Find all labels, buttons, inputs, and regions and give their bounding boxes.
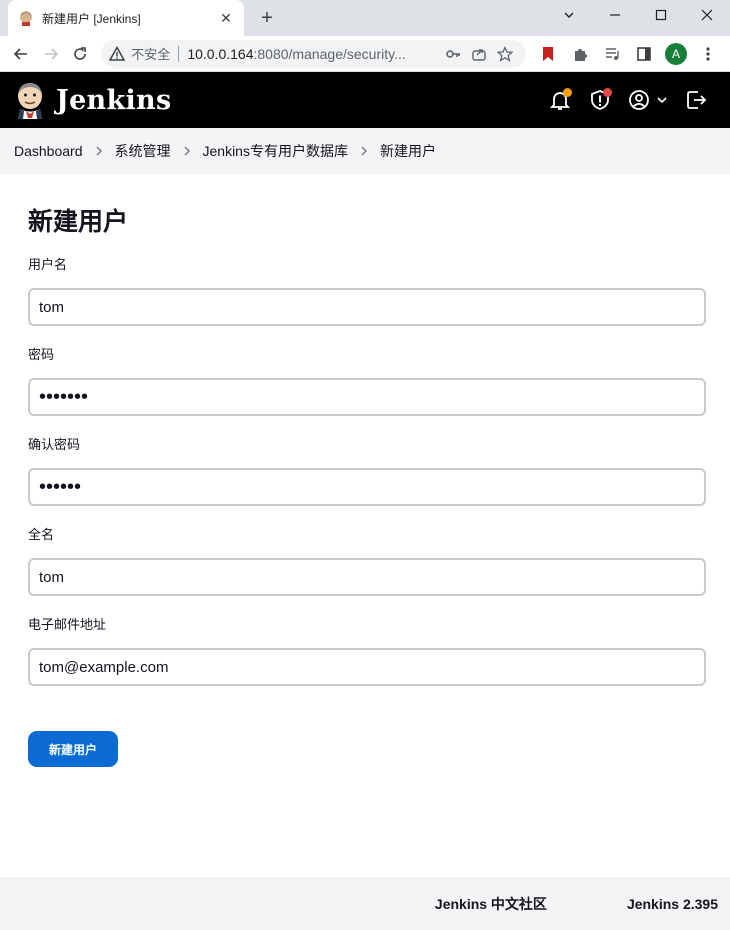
password-field: 密码 bbox=[28, 347, 706, 416]
url-text[interactable]: 10.0.0.164:8080/manage/security... bbox=[187, 46, 440, 62]
confirm-password-input[interactable] bbox=[28, 468, 706, 506]
confirm-password-field: 确认密码 bbox=[28, 437, 706, 506]
insecure-label: 不安全 bbox=[131, 47, 171, 62]
url-host: 10.0.0.164 bbox=[187, 45, 254, 62]
breadcrumb: Dashboard 系统管理 Jenkins专有用户数据库 新建用户 bbox=[0, 128, 730, 174]
chevron-right-icon[interactable] bbox=[183, 145, 191, 157]
chevron-right-icon[interactable] bbox=[360, 145, 368, 157]
confirm-password-label: 确认密码 bbox=[28, 437, 81, 452]
username-field: 用户名 bbox=[28, 257, 706, 326]
reload-icon bbox=[74, 46, 87, 60]
bookmark-star-icon[interactable] bbox=[492, 41, 518, 67]
tab-close-icon[interactable]: ✕ bbox=[218, 10, 234, 26]
side-panel-icon[interactable] bbox=[628, 39, 660, 69]
fullname-input[interactable] bbox=[28, 558, 706, 596]
forward-button[interactable] bbox=[36, 39, 66, 69]
arrow-left-icon bbox=[13, 47, 27, 60]
page-footer: Jenkins 中文社区 Jenkins 2.395 bbox=[0, 877, 730, 930]
chevron-right-icon[interactable] bbox=[95, 145, 103, 157]
password-label: 密码 bbox=[28, 347, 55, 362]
extension-icons: A bbox=[532, 39, 724, 69]
email-field: 电子邮件地址 bbox=[28, 617, 706, 686]
jenkins-brand: Jenkins bbox=[56, 84, 172, 116]
warning-icon bbox=[109, 45, 126, 61]
page-title: 新建用户 bbox=[28, 208, 129, 236]
create-user-button[interactable]: 新建用户 bbox=[28, 731, 118, 767]
maximize-button[interactable] bbox=[638, 0, 684, 30]
breadcrumb-new-user[interactable]: 新建用户 bbox=[380, 141, 436, 161]
profile-initial: A bbox=[665, 42, 688, 65]
back-button[interactable] bbox=[6, 39, 36, 69]
fullname-field: 全名 bbox=[28, 527, 706, 596]
address-bar[interactable]: 不安全 10.0.0.164:8080/manage/security... bbox=[101, 39, 527, 68]
security-dot bbox=[603, 88, 612, 97]
new-tab-button[interactable]: + bbox=[256, 7, 278, 29]
bookmark-extension-icon[interactable] bbox=[532, 39, 564, 69]
notifications-button[interactable] bbox=[540, 80, 580, 120]
share-icon[interactable] bbox=[466, 41, 492, 67]
chevron-down-icon bbox=[657, 97, 667, 104]
chevron-down-icon[interactable] bbox=[546, 0, 592, 30]
omnibox-divider bbox=[178, 45, 180, 62]
minimize-button[interactable] bbox=[592, 0, 638, 30]
breadcrumb-user-database[interactable]: Jenkins专有用户数据库 bbox=[203, 141, 348, 161]
notification-dot bbox=[563, 88, 572, 97]
username-input[interactable] bbox=[28, 288, 706, 326]
kebab-menu-icon[interactable] bbox=[692, 39, 724, 69]
jenkins-favicon-icon bbox=[20, 11, 32, 26]
window-controls bbox=[546, 0, 730, 36]
email-label: 电子邮件地址 bbox=[28, 617, 107, 632]
password-input[interactable] bbox=[28, 378, 706, 416]
email-input[interactable] bbox=[28, 648, 706, 686]
header-actions bbox=[540, 80, 716, 120]
browser-tab[interactable]: 新建用户 [Jenkins] ✕ bbox=[8, 0, 244, 36]
jenkins-butler-logo-icon bbox=[18, 83, 42, 119]
jenkins-home-link[interactable]: Jenkins bbox=[14, 81, 171, 119]
media-playlist-icon[interactable] bbox=[596, 39, 628, 69]
breadcrumb-dashboard[interactable]: Dashboard bbox=[14, 143, 83, 159]
key-icon[interactable] bbox=[440, 41, 466, 67]
fullname-label: 全名 bbox=[28, 527, 55, 542]
community-link[interactable]: Jenkins 中文社区 bbox=[435, 894, 547, 914]
main-content: 新建用户 用户名 密码 确认密码 全名 电子邮件地址 新建用户 bbox=[0, 207, 730, 767]
close-window-button[interactable] bbox=[684, 0, 730, 30]
logout-button[interactable] bbox=[676, 80, 716, 120]
user-circle-icon bbox=[629, 90, 649, 110]
security-warnings-button[interactable] bbox=[580, 80, 620, 120]
browser-tabstrip: 新建用户 [Jenkins] ✕ + bbox=[0, 0, 730, 36]
browser-toolbar: 不安全 10.0.0.164:8080/manage/security... A bbox=[0, 36, 730, 72]
jenkins-header: Jenkins bbox=[0, 72, 730, 128]
url-path: :8080/manage/security... bbox=[253, 45, 406, 62]
username-label: 用户名 bbox=[28, 257, 68, 272]
breadcrumb-manage[interactable]: 系统管理 bbox=[115, 141, 171, 161]
user-menu-button[interactable] bbox=[620, 80, 676, 120]
puzzle-icon[interactable] bbox=[564, 39, 596, 69]
version-label[interactable]: Jenkins 2.395 bbox=[627, 896, 718, 912]
logout-icon bbox=[687, 91, 707, 109]
profile-avatar[interactable]: A bbox=[660, 39, 692, 69]
tab-title: 新建用户 [Jenkins] bbox=[42, 11, 141, 26]
reload-button[interactable] bbox=[66, 39, 96, 69]
arrow-right-icon bbox=[44, 47, 58, 60]
